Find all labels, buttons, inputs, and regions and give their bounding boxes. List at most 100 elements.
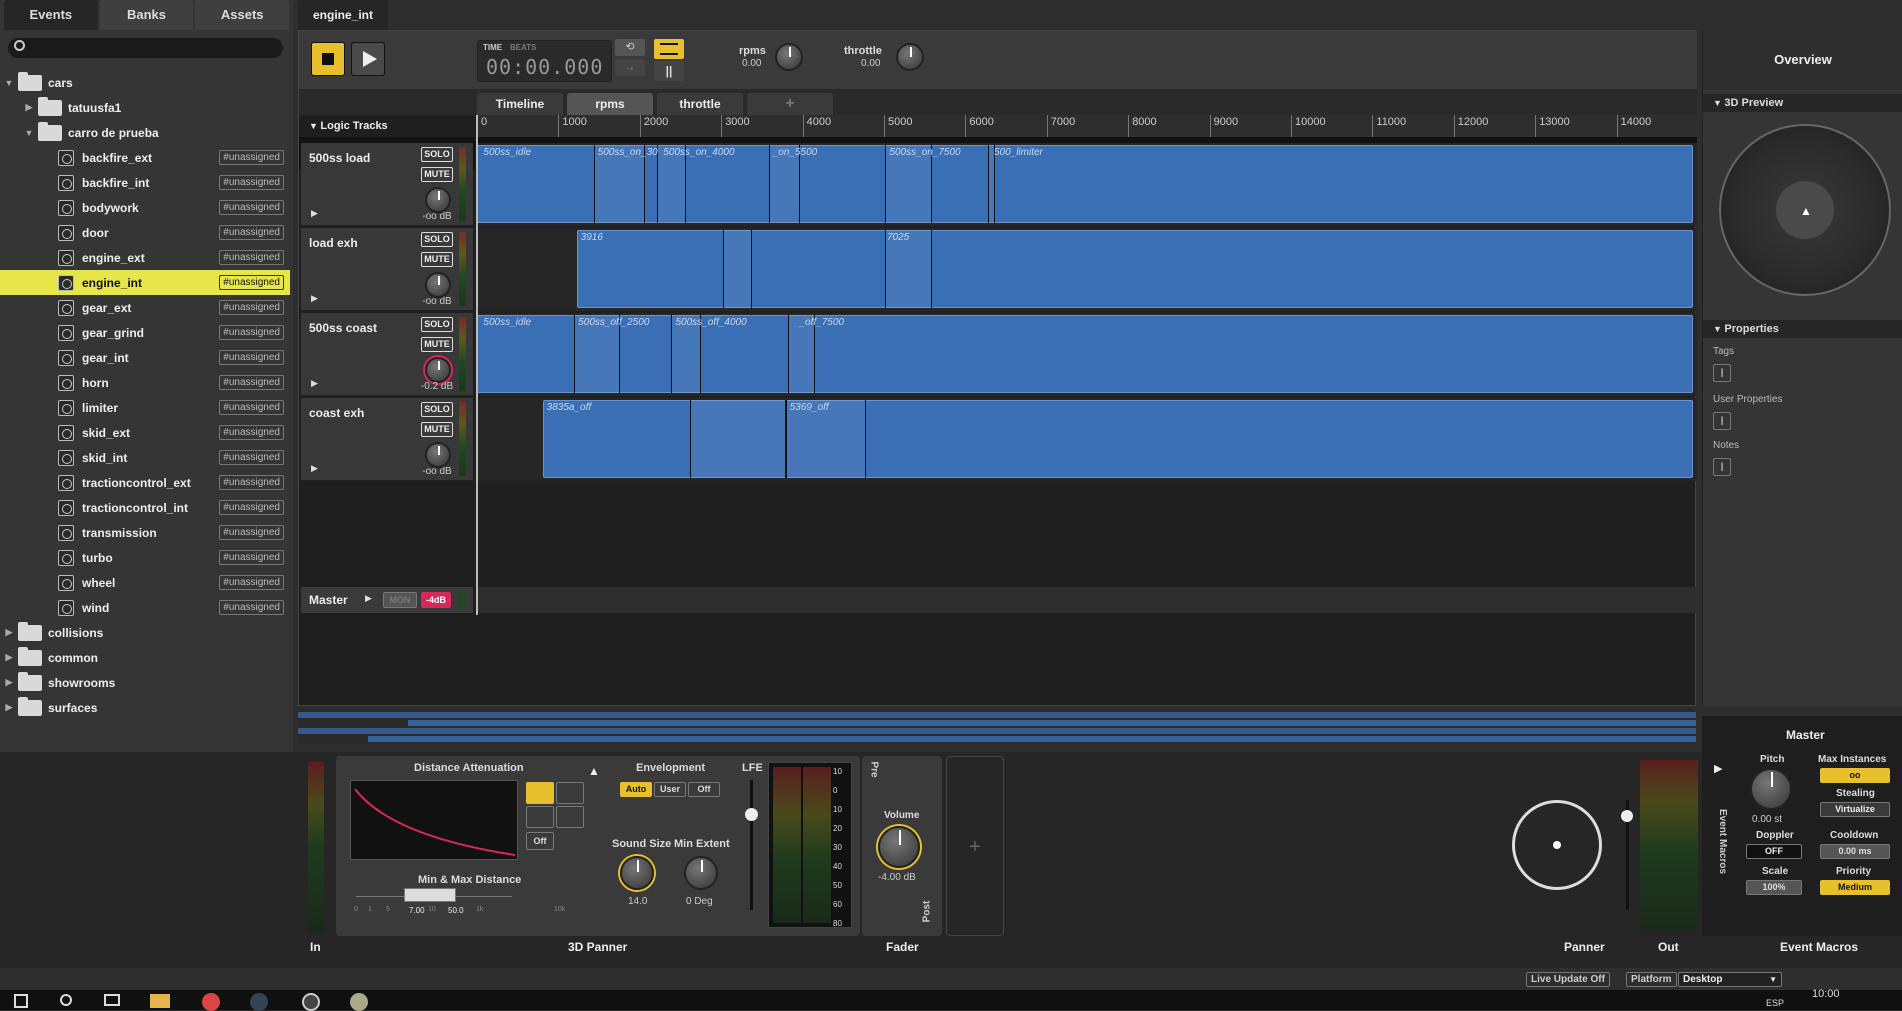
pre-label[interactable]: Pre <box>869 761 880 777</box>
crossfade-curve[interactable] <box>689 400 786 478</box>
track-volume-knob[interactable] <box>425 442 451 468</box>
logic-tracks-header[interactable]: ▼ Logic Tracks <box>299 115 475 137</box>
event-item[interactable]: door #unassigned <box>0 220 290 245</box>
crossfade-curve[interactable] <box>722 230 752 308</box>
event-item[interactable]: horn #unassigned <box>0 370 290 395</box>
expand-icon[interactable]: ▶ <box>4 627 14 638</box>
bank-tag[interactable]: #unassigned <box>219 350 284 365</box>
event-item[interactable]: gear_int #unassigned <box>0 345 290 370</box>
master-expand-icon[interactable]: ▶ <box>365 593 372 604</box>
event-item[interactable]: wind #unassigned <box>0 595 290 620</box>
clock[interactable]: 10:00 <box>1812 988 1840 1000</box>
solo-button[interactable]: SOLO <box>421 232 453 247</box>
tab-events[interactable]: Events <box>4 0 98 30</box>
master-track[interactable]: Master ▶ MON -4dB <box>301 587 473 613</box>
tab-assets[interactable]: Assets <box>195 0 290 30</box>
panner-dot[interactable] <box>1553 841 1561 849</box>
rpms-knob[interactable] <box>775 43 803 71</box>
chrome-icon[interactable] <box>202 993 220 1011</box>
sound-size-knob[interactable] <box>620 856 654 890</box>
doppler-toggle[interactable]: OFF <box>1746 844 1802 859</box>
bank-tag[interactable]: #unassigned <box>219 550 284 565</box>
param-throttle[interactable]: throttle 0.00 <box>844 41 924 81</box>
folder-item[interactable]: ▶ common <box>0 645 290 670</box>
track-name[interactable]: 500ss load <box>309 151 370 165</box>
add-effect-button[interactable]: + <box>946 756 1004 936</box>
editor-tab[interactable]: engine_int <box>298 0 388 30</box>
post-label[interactable]: Post <box>921 901 932 923</box>
bank-tag[interactable]: #unassigned <box>219 575 284 590</box>
tab-banks[interactable]: Banks <box>99 0 194 30</box>
mute-button[interactable]: MUTE <box>421 252 453 267</box>
expand-icon[interactable]: ▶ <box>4 702 14 713</box>
priority-select[interactable]: Medium <box>1820 880 1890 895</box>
steam-icon[interactable] <box>250 993 268 1011</box>
audio-region[interactable] <box>477 315 1693 393</box>
expand-track-icon[interactable]: ▶ <box>311 293 318 304</box>
expand-track-icon[interactable]: ▶ <box>311 463 318 474</box>
live-update-button[interactable]: Live Update Off <box>1526 972 1610 987</box>
bank-tag[interactable]: #unassigned <box>219 475 284 490</box>
attenuation-curve-graph[interactable] <box>350 780 518 860</box>
macros-expand-icon[interactable]: ▶ <box>1714 762 1722 775</box>
bank-tag[interactable]: #unassigned <box>219 275 284 290</box>
track-lane[interactable]: 3916 7025 <box>477 228 1697 311</box>
search-icon[interactable] <box>60 994 72 1006</box>
folder-item[interactable]: ▼ carro de prueba <box>0 120 290 145</box>
event-item[interactable]: transmission #unassigned <box>0 520 290 545</box>
track-name[interactable]: load exh <box>309 236 358 250</box>
curve-inverse-button[interactable] <box>526 806 554 828</box>
expand-up-icon[interactable]: ▲ <box>588 764 600 778</box>
bank-tag[interactable]: #unassigned <box>219 250 284 265</box>
event-item[interactable]: tractioncontrol_int #unassigned <box>0 495 290 520</box>
platform-select[interactable]: Desktop ▼ <box>1678 972 1782 987</box>
track-lane[interactable]: 3835a_off 5369_off <box>477 398 1697 481</box>
macro-list-button[interactable] <box>654 39 684 59</box>
app-icon[interactable] <box>350 993 368 1011</box>
mon-button[interactable]: MON <box>383 592 417 608</box>
solo-button[interactable]: SOLO <box>421 317 453 332</box>
task-view-icon[interactable] <box>104 994 120 1006</box>
follow-button[interactable]: → <box>615 59 645 76</box>
folder-item[interactable]: ▼ cars <box>0 70 290 95</box>
collapse-icon[interactable]: ▼ <box>24 128 34 138</box>
event-item[interactable]: engine_ext #unassigned <box>0 245 290 270</box>
pitch-knob[interactable] <box>1750 768 1792 810</box>
bank-tag[interactable]: #unassigned <box>219 200 284 215</box>
event-item[interactable]: skid_ext #unassigned <box>0 420 290 445</box>
event-item[interactable]: turbo #unassigned <box>0 545 290 570</box>
loop-button[interactable]: ⟲ <box>615 39 645 56</box>
lfe-slider-track[interactable] <box>750 780 753 910</box>
tab-rpms[interactable]: rpms <box>567 93 653 115</box>
stealing-select[interactable]: Virtualize <box>1820 802 1890 817</box>
pause-button[interactable]: || <box>654 61 684 81</box>
event-item[interactable]: gear_ext #unassigned <box>0 295 290 320</box>
user-properties-edit-icon[interactable]: I <box>1713 412 1731 430</box>
bank-tag[interactable]: #unassigned <box>219 450 284 465</box>
collapse-icon[interactable]: ▼ <box>4 78 14 88</box>
max-distance-value[interactable]: 50.0 <box>448 906 464 915</box>
bank-tag[interactable]: #unassigned <box>219 425 284 440</box>
curve-inverse-tapered-button[interactable] <box>556 806 584 828</box>
track-volume-knob[interactable] <box>425 187 451 213</box>
folder-item[interactable]: ▶ tatuusfa1 <box>0 95 290 120</box>
track-volume-knob[interactable] <box>425 272 451 298</box>
bank-tag[interactable]: #unassigned <box>219 400 284 415</box>
attenuation-off-button[interactable]: Off <box>526 832 554 850</box>
track-volume-knob[interactable] <box>425 357 451 383</box>
timeline-overview[interactable] <box>298 708 1696 744</box>
envelopment-user-button[interactable]: User <box>654 782 686 797</box>
timeline-ruler[interactable]: 0 1000 2000 3000 4000 5000 6000 7000 8000 9000 100… <box>477 115 1697 137</box>
playhead[interactable] <box>476 115 478 615</box>
curve-linear-squared-button[interactable] <box>526 782 554 804</box>
bank-tag[interactable]: #unassigned <box>219 525 284 540</box>
track-header[interactable]: 500ss coast SOLO MUTE -0.2 dB ▶ <box>301 313 473 396</box>
curve-linear-button[interactable] <box>556 782 584 804</box>
envelopment-auto-button[interactable]: Auto <box>620 782 652 797</box>
min-extent-knob[interactable] <box>684 856 718 890</box>
folder-item[interactable]: ▶ collisions <box>0 620 290 645</box>
event-item[interactable]: limiter #unassigned <box>0 395 290 420</box>
bank-tag[interactable]: #unassigned <box>219 500 284 515</box>
panner-slider-handle[interactable] <box>1621 810 1633 822</box>
volume-knob[interactable] <box>878 826 920 868</box>
